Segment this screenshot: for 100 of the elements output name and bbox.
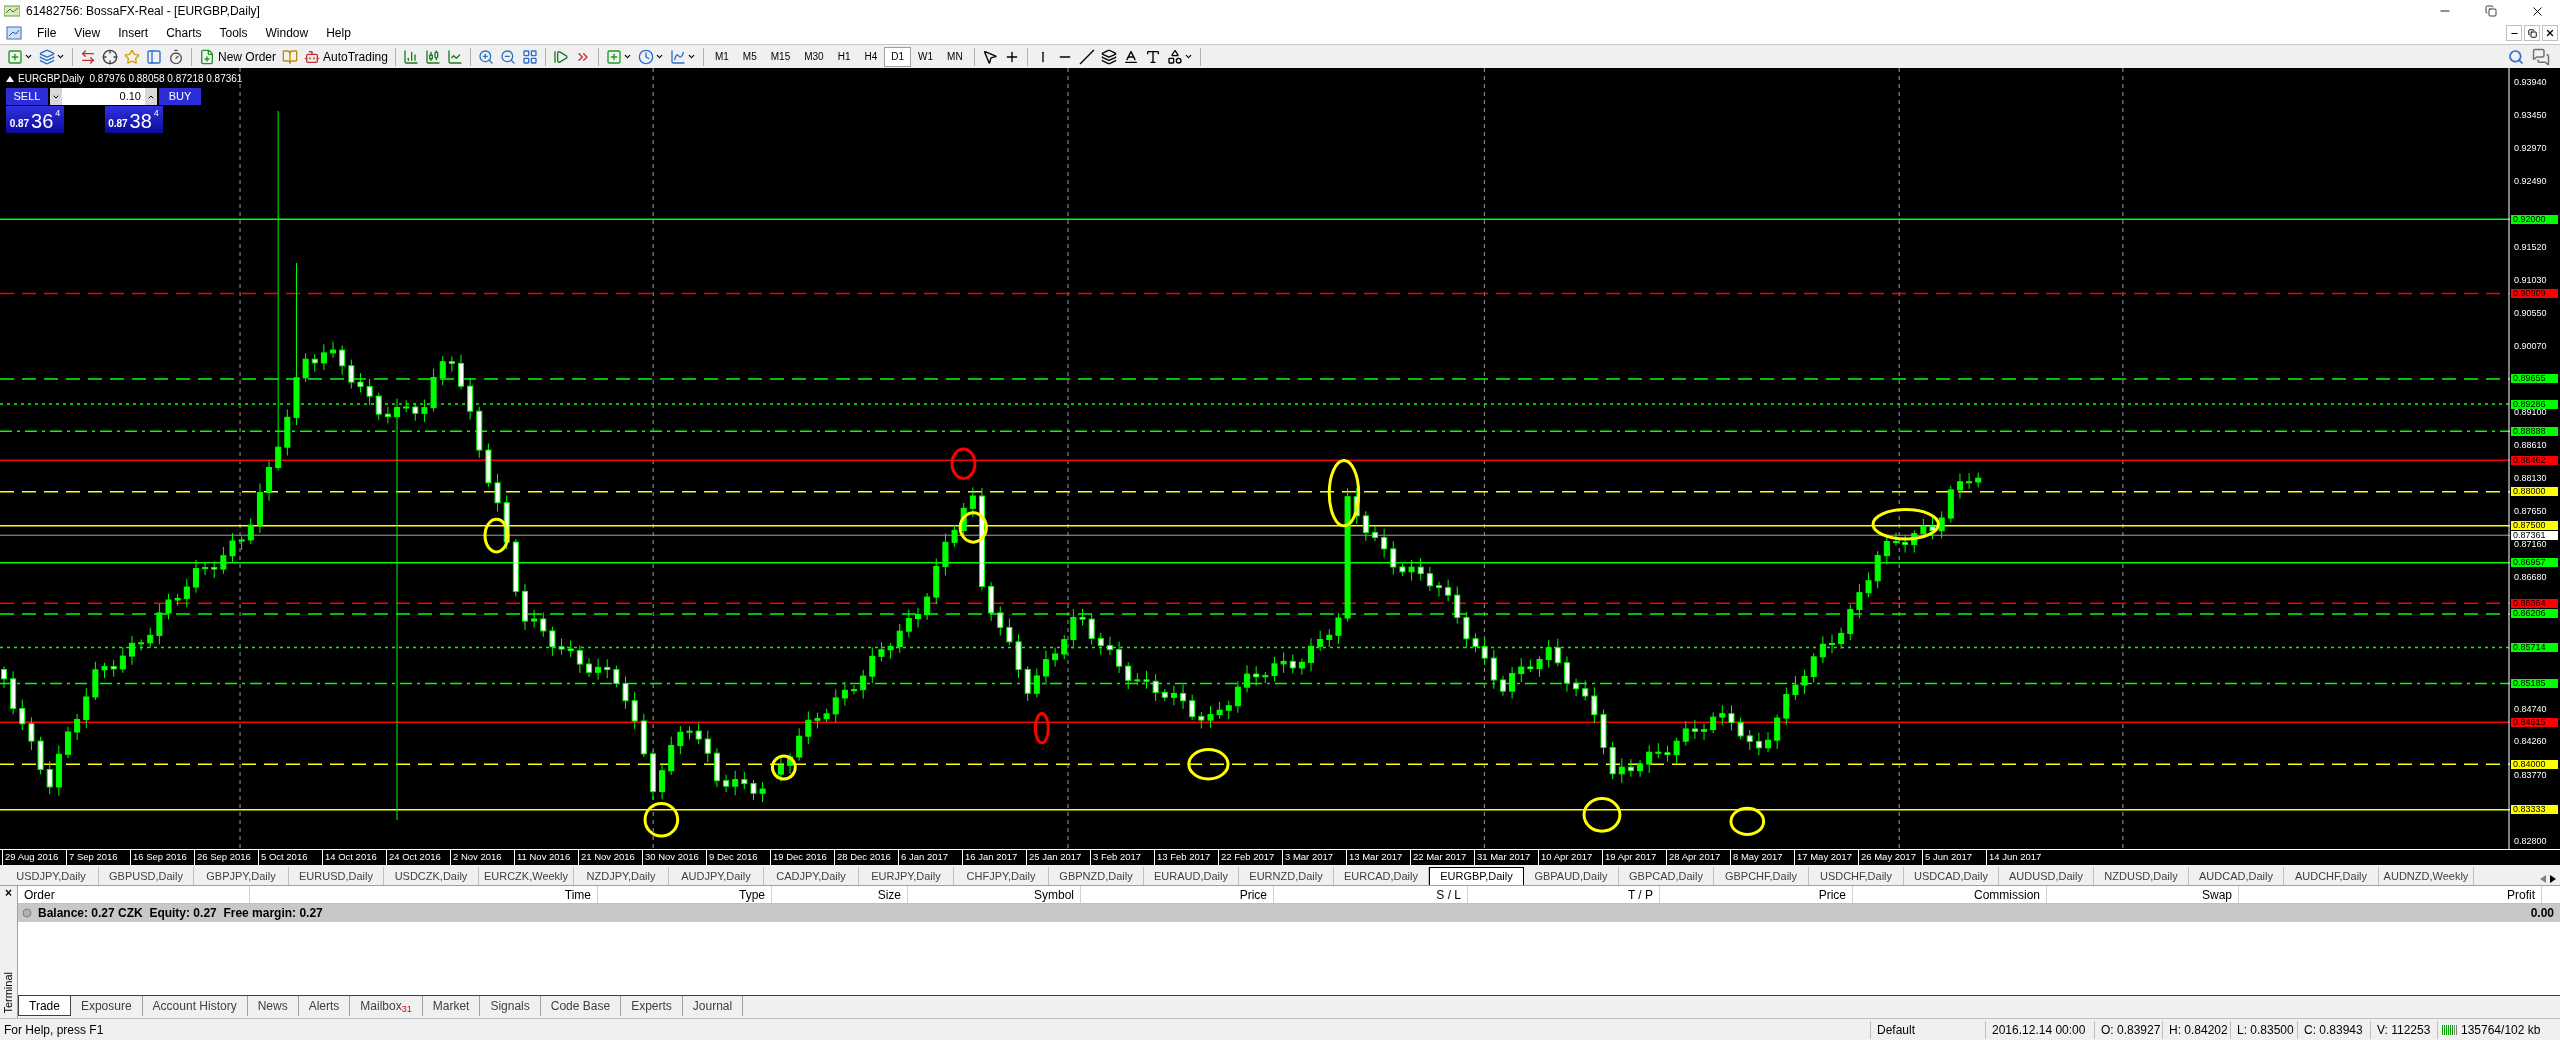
chart-tab[interactable]: AUDCHF,Daily: [2284, 867, 2379, 885]
date-label: 7 Sep 2016: [66, 850, 130, 865]
price-label: 0.83770: [2514, 770, 2547, 780]
column-header[interactable]: Price: [1081, 886, 1274, 903]
menu-item[interactable]: View: [65, 24, 110, 42]
chart-tab[interactable]: EURUSD,Daily: [289, 867, 384, 885]
date-label: 5 Oct 2016: [258, 850, 322, 865]
chart-tab[interactable]: EURAUD,Daily: [1144, 867, 1239, 885]
column-header[interactable]: Symbol: [908, 886, 1081, 903]
price-label: 0.86680: [2514, 572, 2547, 582]
current-price-label: 0.87361: [2511, 530, 2558, 540]
chart-header: EURGBP,Daily 0.87976 0.88058 0.87218 0.87361: [18, 72, 243, 86]
chart-tab[interactable]: NZDJPY,Daily: [574, 867, 669, 885]
chart-tab[interactable]: AUDJPY,Daily: [669, 867, 764, 885]
column-header[interactable]: Price: [1660, 886, 1853, 903]
close-button[interactable]: ×: [5, 886, 12, 900]
level-price-label: 0.89655: [2511, 374, 2558, 384]
timeframe-button[interactable]: MN: [940, 46, 970, 67]
column-header[interactable]: T / P: [1468, 886, 1660, 903]
price-label: 0.91520: [2514, 242, 2547, 252]
price-label: 0.88130: [2514, 473, 2547, 483]
column-header[interactable]: S / L: [1274, 886, 1468, 903]
terminal-tab[interactable]: Code Base: [540, 996, 622, 1016]
terminal-tab[interactable]: Signals: [480, 996, 541, 1016]
date-label: 17 May 2017: [1794, 850, 1858, 865]
chart-tab[interactable]: USDCZK,Daily: [384, 867, 479, 885]
terminal-tab[interactable]: News: [247, 996, 299, 1016]
terminal-tab[interactable]: Market: [422, 996, 481, 1016]
chart-tab[interactable]: AUDNZD,Weekly: [2379, 867, 2474, 885]
menu-item[interactable]: File: [28, 24, 66, 42]
date-label: 5 Jun 2017: [1922, 850, 1986, 865]
menu-item[interactable]: Window: [256, 24, 318, 42]
date-label: 6 Jan 2017: [898, 850, 962, 865]
terminal-tab[interactable]: Trade: [18, 996, 71, 1016]
terminal-tab[interactable]: Exposure: [70, 996, 143, 1016]
timeframe-button[interactable]: M15: [763, 46, 798, 67]
chart-tab[interactable]: AUDCAD,Daily: [2189, 867, 2284, 885]
chart-tab[interactable]: AUDUSD,Daily: [1999, 867, 2094, 885]
chart-tab[interactable]: EURJPY,Daily: [859, 867, 954, 885]
menu-item[interactable]: Charts: [157, 24, 211, 42]
column-header[interactable]: Order: [18, 886, 250, 903]
chart-tab[interactable]: NZDUSD,Daily: [2094, 867, 2189, 885]
column-header[interactable]: Commission: [1853, 886, 2047, 903]
terminal-tab[interactable]: Account History: [142, 996, 248, 1016]
price-label: 0.82800: [2514, 836, 2547, 846]
level-price-label: 0.86364: [2511, 598, 2558, 608]
terminal-tab[interactable]: Journal: [682, 996, 744, 1016]
terminal-tab[interactable]: Mailbox$_{31}$: [350, 996, 423, 1016]
buy-button[interactable]: BUY: [159, 88, 201, 105]
chart-tab[interactable]: EURCZK,Weekly: [479, 867, 574, 885]
help-text: For Help, press F1: [3, 1021, 104, 1039]
timeframe-button[interactable]: H1: [830, 46, 858, 67]
autotrading-button[interactable]: AutoTrading: [301, 46, 391, 67]
column-header[interactable]: Swap: [2047, 886, 2239, 903]
menu-item[interactable]: Tools: [210, 24, 257, 42]
chart-tab[interactable]: CADJPY,Daily: [764, 867, 859, 885]
chart-tab[interactable]: GBPNZD,Daily: [1049, 867, 1144, 885]
chart-tab[interactable]: EURNZD,Daily: [1239, 867, 1334, 885]
terminal-tab[interactable]: Alerts: [298, 996, 351, 1016]
level-price-label: 0.85714: [2511, 642, 2558, 652]
chart-tab[interactable]: EURGBP,Daily: [1429, 867, 1524, 885]
date-label: 25 Jan 2017: [1026, 850, 1090, 865]
time-text: 2016.12.14 00:00: [1985, 1020, 2094, 1039]
chart-tab[interactable]: GBPAUD,Daily: [1524, 867, 1619, 885]
chart-tab[interactable]: USDCAD,Daily: [1904, 867, 1999, 885]
timeframe-button[interactable]: M5: [735, 46, 764, 67]
menu-item[interactable]: Insert: [109, 24, 158, 42]
chart-tab[interactable]: GBPCAD,Daily: [1619, 867, 1714, 885]
terminal-label: Terminal: [1, 972, 16, 1014]
chart-tab[interactable]: GBPJPY,Daily: [194, 867, 289, 885]
column-header[interactable]: Size: [772, 886, 908, 903]
timeframe-button[interactable]: D1: [884, 46, 912, 67]
date-label: 24 Oct 2016: [386, 850, 450, 865]
level-price-label: 0.88888: [2511, 426, 2558, 436]
date-label: 3 Feb 2017: [1090, 850, 1154, 865]
column-header[interactable]: Time: [250, 886, 598, 903]
level-price-label: 0.83333: [2511, 805, 2558, 815]
menu-item[interactable]: Help: [317, 24, 360, 42]
timeframe-button[interactable]: H4: [857, 46, 885, 67]
timeframe-button[interactable]: M1: [707, 46, 736, 67]
timeframe-button[interactable]: W1: [911, 46, 941, 67]
column-header[interactable]: Profit: [2239, 886, 2542, 903]
level-price-label: 0.84000: [2511, 759, 2558, 769]
sell-button[interactable]: SELL: [6, 88, 48, 105]
price-label: 0.88610: [2514, 441, 2547, 451]
new-order-button[interactable]: New Order: [196, 46, 279, 67]
date-label: 26 Sep 2016: [194, 850, 258, 865]
column-header[interactable]: Type: [598, 886, 772, 903]
chart-tab[interactable]: CHFJPY,Daily: [954, 867, 1049, 885]
chart-tab[interactable]: GBPCHF,Daily: [1714, 867, 1809, 885]
lot-field[interactable]: 0.10: [50, 88, 157, 105]
chart-tab[interactable]: USDCHF,Daily: [1809, 867, 1904, 885]
timeframe-button[interactable]: M30: [797, 46, 831, 67]
terminal-tab[interactable]: Experts: [621, 996, 683, 1016]
chart-tab[interactable]: GBPUSD,Daily: [99, 867, 194, 885]
chart-tab[interactable]: USDJPY,Daily: [4, 867, 99, 885]
date-label: 22 Mar 2017: [1410, 850, 1474, 865]
date-label: 9 Dec 2016: [706, 850, 770, 865]
profile-text: Default: [1870, 1020, 1985, 1039]
date-label: 2 Nov 2016: [450, 850, 514, 865]
